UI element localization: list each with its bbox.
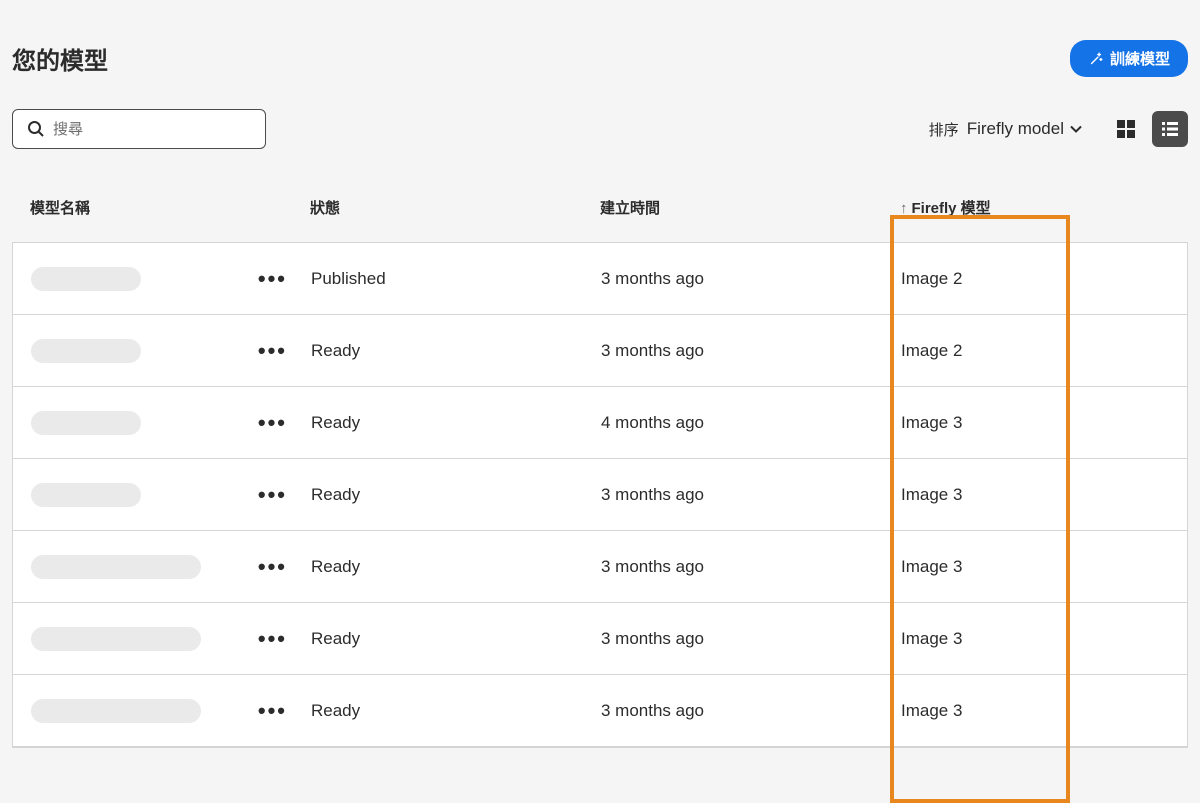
cell-status: Published	[311, 269, 601, 289]
cell-status: Ready	[311, 485, 601, 505]
cell-created: 3 months ago	[601, 269, 901, 289]
cell-status: Ready	[311, 413, 601, 433]
model-name-placeholder	[31, 699, 201, 723]
row-more-button[interactable]: •••	[258, 410, 287, 436]
train-model-button[interactable]: 訓練模型	[1070, 40, 1188, 77]
model-name-placeholder	[31, 267, 141, 291]
grid-icon	[1115, 118, 1137, 140]
model-name-placeholder	[31, 339, 141, 363]
cell-firefly: Image 3	[901, 485, 1200, 505]
cell-status: Ready	[311, 629, 601, 649]
cell-firefly: Image 3	[901, 557, 1200, 577]
list-view-button[interactable]	[1152, 111, 1188, 147]
cell-created: 4 months ago	[601, 413, 901, 433]
model-name-placeholder	[31, 555, 201, 579]
train-button-label: 訓練模型	[1110, 48, 1170, 69]
cell-firefly: Image 3	[901, 413, 1200, 433]
magic-wand-icon	[1088, 51, 1104, 67]
col-header-name[interactable]: 模型名稱	[30, 179, 310, 242]
table-row[interactable]: •••Ready4 months agoImage 3	[13, 387, 1187, 459]
row-more-button[interactable]: •••	[258, 266, 287, 292]
cell-firefly: Image 3	[901, 701, 1200, 721]
grid-view-button[interactable]	[1108, 111, 1144, 147]
table-row[interactable]: •••Ready3 months agoImage 3	[13, 531, 1187, 603]
row-more-button[interactable]: •••	[258, 626, 287, 652]
sort-label: 排序	[929, 119, 959, 140]
row-more-button[interactable]: •••	[258, 338, 287, 364]
model-name-placeholder	[31, 627, 201, 651]
model-name-placeholder	[31, 411, 141, 435]
cell-status: Ready	[311, 701, 601, 721]
search-input[interactable]	[53, 121, 251, 138]
cell-created: 3 months ago	[601, 701, 901, 721]
table-row[interactable]: •••Ready3 months agoImage 3	[13, 675, 1187, 747]
cell-created: 3 months ago	[601, 341, 901, 361]
cell-created: 3 months ago	[601, 557, 901, 577]
cell-firefly: Image 2	[901, 341, 1200, 361]
table-row[interactable]: •••Ready3 months agoImage 3	[13, 603, 1187, 675]
model-name-placeholder	[31, 483, 141, 507]
cell-firefly: Image 2	[901, 269, 1200, 289]
cell-firefly: Image 3	[901, 629, 1200, 649]
col-header-firefly[interactable]: ↑Firefly 模型	[900, 179, 1200, 242]
cell-created: 3 months ago	[601, 629, 901, 649]
models-table: 模型名稱 狀態 建立時間 ↑Firefly 模型 •••Published3 m…	[12, 179, 1188, 748]
row-more-button[interactable]: •••	[258, 698, 287, 724]
cell-created: 3 months ago	[601, 485, 901, 505]
table-row[interactable]: •••Ready3 months agoImage 3	[13, 459, 1187, 531]
sort-selected-value: Firefly model	[967, 119, 1064, 139]
page-title: 您的模型	[12, 41, 108, 76]
sort-asc-arrow-icon: ↑	[900, 200, 908, 217]
search-icon	[27, 120, 45, 138]
cell-status: Ready	[311, 557, 601, 577]
col-header-firefly-label: Firefly 模型	[912, 200, 991, 217]
list-icon	[1159, 118, 1181, 140]
sort-dropdown[interactable]: Firefly model	[967, 119, 1082, 139]
col-header-created[interactable]: 建立時間	[600, 179, 900, 242]
chevron-down-icon	[1070, 125, 1082, 133]
col-header-status[interactable]: 狀態	[310, 179, 600, 242]
table-row[interactable]: •••Published3 months agoImage 2	[13, 243, 1187, 315]
row-more-button[interactable]: •••	[258, 482, 287, 508]
table-row[interactable]: •••Ready3 months agoImage 2	[13, 315, 1187, 387]
cell-status: Ready	[311, 341, 601, 361]
row-more-button[interactable]: •••	[258, 554, 287, 580]
search-box[interactable]	[12, 109, 266, 149]
